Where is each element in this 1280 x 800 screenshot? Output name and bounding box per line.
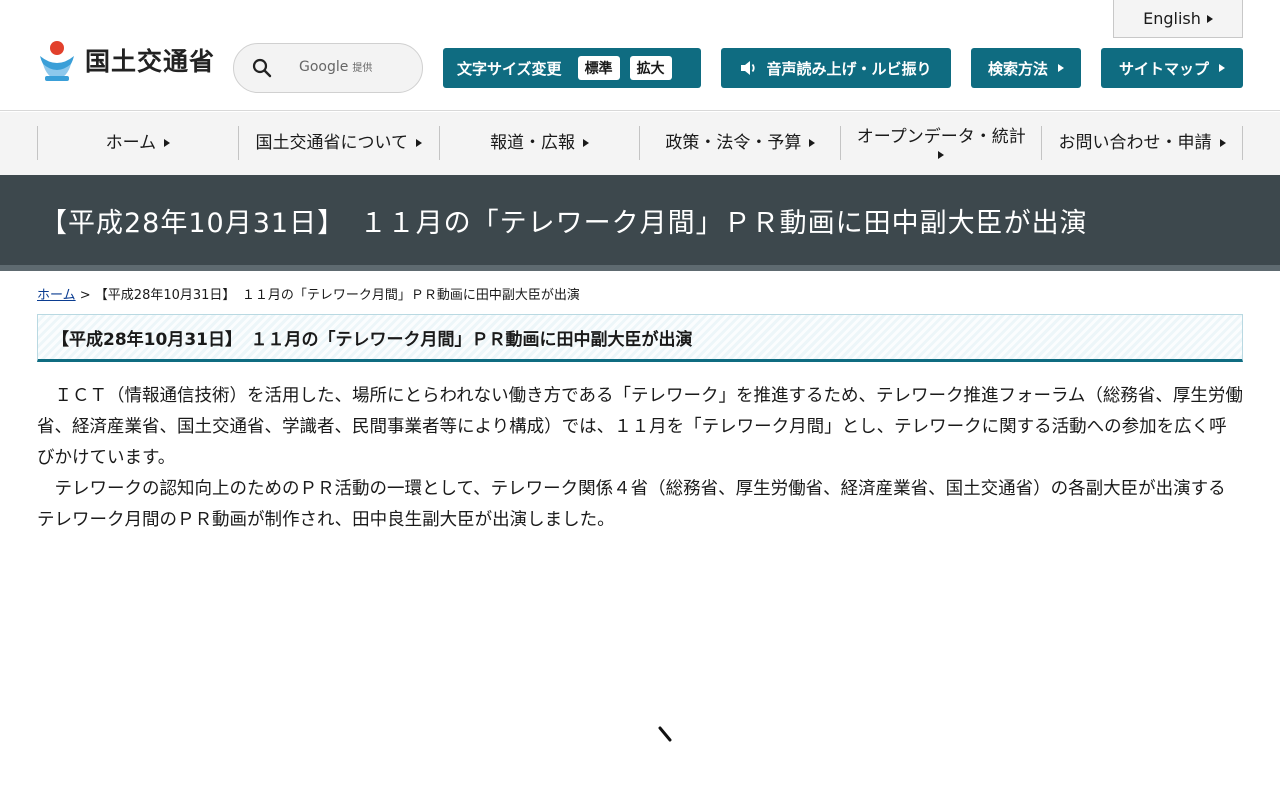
article-paragraph: テレワークの認知向上のためのＰＲ活動の一環として、テレワーク関係４省（総務省、厚… xyxy=(37,479,1226,530)
nav-item-label: お問い合わせ・申請 xyxy=(1058,132,1212,153)
sitemap-button[interactable]: サイトマップ xyxy=(1101,48,1243,88)
nav-item-label: ホーム xyxy=(105,132,157,153)
article-heading-box: 【平成28年10月31日】 １１月の「テレワーク月間」ＰＲ動画に田中副大臣が出演 xyxy=(37,314,1243,362)
triangle-right-icon xyxy=(1219,64,1225,72)
nav-item-open-data[interactable]: オープンデータ・統計 xyxy=(840,126,1041,160)
triangle-right-icon xyxy=(1058,64,1064,72)
nav-item-label: 政策・法令・予算 xyxy=(665,132,802,153)
triangle-right-icon xyxy=(938,151,945,160)
nav-item-contact[interactable]: お問い合わせ・申請 xyxy=(1041,126,1243,160)
speaker-icon xyxy=(741,61,756,75)
nav-item-about[interactable]: 国土交通省について xyxy=(237,126,439,160)
triangle-right-icon xyxy=(164,139,171,147)
site-header: English 国土交通省 Google 提供 文字サイズ変更 標準 拡大 音声… xyxy=(0,0,1280,111)
breadcrumb-current: 【平成28年10月31日】 １１月の「テレワーク月間」ＰＲ動画に田中副大臣が出演 xyxy=(94,288,580,303)
breadcrumb: ホーム > 【平成28年10月31日】 １１月の「テレワーク月間」ＰＲ動画に田中… xyxy=(37,284,580,303)
voice-ruby-button[interactable]: 音声読み上げ・ルビ振り xyxy=(721,48,951,88)
english-button[interactable]: English xyxy=(1113,0,1243,38)
article-body: ＩＣＴ（情報通信技術）を活用した、場所にとらわれない働き方である「テレワーク」を… xyxy=(37,381,1243,536)
breadcrumb-home-link[interactable]: ホーム xyxy=(37,288,76,303)
triangle-right-icon xyxy=(1219,139,1226,147)
logo-text: 国土交通省 xyxy=(85,47,216,76)
voice-ruby-label: 音声読み上げ・ルビ振り xyxy=(766,59,932,78)
sitemap-label: サイトマップ xyxy=(1118,59,1209,78)
english-label: English xyxy=(1143,9,1201,28)
triangle-right-icon xyxy=(583,139,590,147)
search-method-label: 検索方法 xyxy=(987,59,1048,78)
page-title: 【平成28年10月31日】 １１月の「テレワーク月間」ＰＲ動画に田中副大臣が出演 xyxy=(40,207,1088,239)
font-size-control: 文字サイズ変更 標準 拡大 xyxy=(443,48,701,88)
global-nav: ホーム 国土交通省について 報道・広報 政策・法令・予算 オープンデータ・統計 … xyxy=(0,112,1280,175)
search-icon[interactable] xyxy=(252,58,272,78)
article-heading: 【平成28年10月31日】 １１月の「テレワーク月間」ＰＲ動画に田中副大臣が出演 xyxy=(52,329,693,350)
page-title-band: 【平成28年10月31日】 １１月の「テレワーク月間」ＰＲ動画に田中副大臣が出演 xyxy=(0,175,1280,265)
nav-item-label: オープンデータ・統計 xyxy=(856,126,1026,147)
search-input[interactable] xyxy=(290,60,400,76)
site-search: Google 提供 xyxy=(233,43,423,93)
font-size-large-button[interactable]: 拡大 xyxy=(629,56,672,80)
mlit-logo-icon xyxy=(37,38,77,82)
title-divider xyxy=(0,265,1280,271)
breadcrumb-separator: > xyxy=(75,288,95,303)
global-nav-list: ホーム 国土交通省について 報道・広報 政策・法令・予算 オープンデータ・統計 … xyxy=(37,126,1243,160)
article-paragraph: ＩＣＴ（情報通信技術）を活用した、場所にとらわれない働き方である「テレワーク」を… xyxy=(37,386,1243,468)
nav-item-policy[interactable]: 政策・法令・予算 xyxy=(639,126,840,160)
nav-item-home[interactable]: ホーム xyxy=(37,126,238,160)
loading-spinner-icon xyxy=(658,726,672,742)
triangle-right-icon xyxy=(415,139,422,147)
site-logo[interactable]: 国土交通省 xyxy=(37,38,215,82)
nav-item-label: 報道・広報 xyxy=(490,132,576,153)
search-method-button[interactable]: 検索方法 xyxy=(971,48,1081,88)
nav-item-label: 国土交通省について xyxy=(255,132,408,153)
font-size-standard-button[interactable]: 標準 xyxy=(577,56,620,80)
triangle-right-icon xyxy=(809,139,816,147)
nav-item-press[interactable]: 報道・広報 xyxy=(438,126,640,160)
triangle-right-icon xyxy=(1206,14,1213,23)
font-size-label: 文字サイズ変更 xyxy=(457,59,562,78)
